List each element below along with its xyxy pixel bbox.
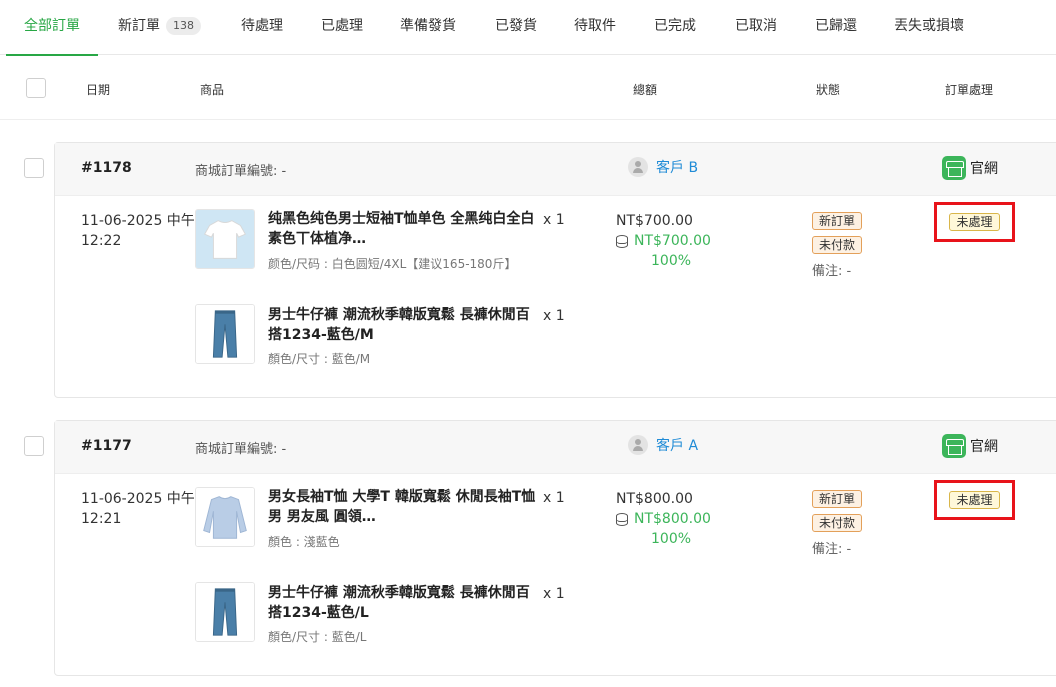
select-all-checkbox[interactable] — [26, 78, 46, 98]
tab-lost-or-damaged[interactable]: 丟失或損壞 — [894, 0, 964, 55]
tab-label: 丟失或損壞 — [894, 18, 964, 34]
customer-link[interactable]: 客戶 B — [628, 157, 698, 177]
order-total: NT$700.00 NT$700.00 100% — [616, 211, 711, 271]
tab-awaiting-pickup[interactable]: 待取件 — [574, 0, 616, 55]
tab-label: 已歸還 — [815, 18, 857, 34]
tab-label: 已處理 — [321, 18, 363, 34]
order-card-header: #1178 商城訂單編號: - 客戶 B 官網 — [55, 143, 1056, 196]
user-avatar-icon — [628, 435, 648, 455]
order-checkbox[interactable] — [24, 436, 44, 456]
order-number[interactable]: #1177 — [81, 438, 132, 454]
column-processing: 訂單處理 — [945, 83, 994, 97]
paid-amount: NT$800.00 — [634, 511, 711, 527]
order-card: #1178 商城訂單編號: - 客戶 B 官網 11-06-2025 中午 12… — [54, 142, 1056, 398]
paid-amount: NT$700.00 — [634, 233, 711, 249]
processing-highlight: 未處理 — [934, 480, 1015, 520]
order-total: NT$800.00 NT$800.00 100% — [616, 489, 711, 549]
tab-label: 準備發貨 — [400, 18, 456, 34]
customer-link[interactable]: 客戶 A — [628, 435, 698, 455]
order-status: 新訂單 未付款 備注: - — [812, 212, 863, 279]
total-amount: NT$700.00 — [616, 213, 693, 229]
order-date: 11-06-2025 中午 12:22 — [81, 213, 195, 249]
item-quantity: x 1 — [543, 490, 565, 506]
product-variant: 顏色/尺寸 : 藍色/M — [268, 352, 371, 366]
order-note: 備注: - — [812, 542, 852, 557]
product-variant: 颜色/尺码 : 白色圆短/4XL【建议165-180斤】 — [268, 257, 517, 271]
tab-label: 全部訂單 — [24, 18, 80, 34]
order-card-header: #1177 商城訂單編號: - 客戶 A 官網 — [55, 421, 1056, 474]
channel-label: 官網 — [970, 161, 998, 177]
tab-completed[interactable]: 已完成 — [654, 0, 696, 55]
status-badge: 新訂單 — [812, 212, 863, 230]
paid-amount-row: NT$700.00 — [616, 231, 711, 251]
tab-new-orders[interactable]: 新訂單 138 — [118, 0, 201, 55]
jeans-image — [195, 304, 255, 364]
tab-label: 已取消 — [735, 18, 777, 34]
paid-percent: 100% — [651, 531, 692, 547]
sales-channel: 官網 — [942, 434, 998, 458]
table-header: 日期 商品 總額 狀態 訂單處理 — [0, 56, 1056, 120]
tab-label: 已完成 — [654, 18, 696, 34]
processing-highlight: 未處理 — [934, 202, 1015, 242]
column-date: 日期 — [86, 83, 111, 97]
item-quantity: x 1 — [543, 212, 565, 228]
storefront-icon — [942, 156, 966, 180]
order-number[interactable]: #1178 — [81, 160, 132, 176]
customer-name: 客戶 B — [656, 160, 699, 176]
white-tshirt-image — [195, 209, 255, 269]
product-name[interactable]: 纯黑色纯色男士短袖T恤单色 全黑纯白全白素色丅体植净… — [268, 209, 538, 249]
order-status: 新訂單 未付款 備注: - — [812, 490, 863, 557]
tab-label: 已發貨 — [495, 18, 537, 34]
storefront-icon — [942, 434, 966, 458]
order-checkbox[interactable] — [24, 158, 44, 178]
processing-badge[interactable]: 未處理 — [949, 213, 1000, 231]
jeans-image — [195, 582, 255, 642]
tab-processed[interactable]: 已處理 — [321, 0, 363, 55]
payment-stack-icon — [616, 234, 628, 248]
product-name[interactable]: 男士牛仔褲 潮流秋季韓版寬鬆 長褲休閒百搭1234-藍色/M — [268, 305, 538, 345]
item-quantity: x 1 — [543, 586, 565, 602]
customer-name: 客戶 A — [656, 438, 699, 454]
product-variant: 顏色 : 淺藍色 — [268, 535, 340, 549]
tab-ready-to-ship[interactable]: 準備發貨 — [400, 0, 456, 55]
paid-percent: 100% — [651, 253, 692, 269]
product-name[interactable]: 男士牛仔褲 潮流秋季韓版寬鬆 長褲休閒百搭1234-藍色/L — [268, 583, 538, 623]
count-badge: 138 — [166, 17, 201, 35]
channel-label: 官網 — [970, 439, 998, 455]
mall-order-number: 商城訂單編號: - — [195, 164, 287, 179]
total-amount: NT$800.00 — [616, 491, 693, 507]
payment-badge: 未付款 — [812, 514, 863, 532]
tab-label: 新訂單 — [118, 18, 160, 34]
item-quantity: x 1 — [543, 308, 565, 324]
tab-label: 待處理 — [241, 18, 283, 34]
paid-amount-row: NT$800.00 — [616, 509, 711, 529]
tab-cancelled[interactable]: 已取消 — [735, 0, 777, 55]
tab-label: 待取件 — [574, 18, 616, 34]
tab-pending[interactable]: 待處理 — [241, 0, 283, 55]
order-note: 備注: - — [812, 264, 852, 279]
order-status-tabs: 全部訂單 新訂單 138 待處理 已處理 準備發貨 已發貨 待取件 已完成 已取消… — [0, 0, 1056, 56]
product-name[interactable]: 男女長袖T恤 大學T 韓版寬鬆 休閒長袖T恤男 男友風 圓領… — [268, 487, 538, 527]
sales-channel: 官網 — [942, 156, 998, 180]
user-avatar-icon — [628, 157, 648, 177]
mall-order-number: 商城訂單編號: - — [195, 442, 287, 457]
order-date: 11-06-2025 中午 12:21 — [81, 491, 195, 527]
order-card: #1177 商城訂單編號: - 客戶 A 官網 11-06-2025 中午 12… — [54, 420, 1056, 676]
column-status: 狀態 — [816, 83, 841, 97]
column-product: 商品 — [200, 83, 225, 97]
column-total: 總額 — [633, 83, 658, 97]
status-badge: 新訂單 — [812, 490, 863, 508]
payment-badge: 未付款 — [812, 236, 863, 254]
payment-stack-icon — [616, 512, 628, 526]
product-variant: 顏色/尺寸 : 藍色/L — [268, 630, 367, 644]
tab-all-orders[interactable]: 全部訂單 — [6, 0, 98, 56]
blue-sweatshirt-image — [195, 487, 255, 547]
tab-returned[interactable]: 已歸還 — [815, 0, 857, 55]
tab-shipped[interactable]: 已發貨 — [495, 0, 537, 55]
processing-badge[interactable]: 未處理 — [949, 491, 1000, 509]
